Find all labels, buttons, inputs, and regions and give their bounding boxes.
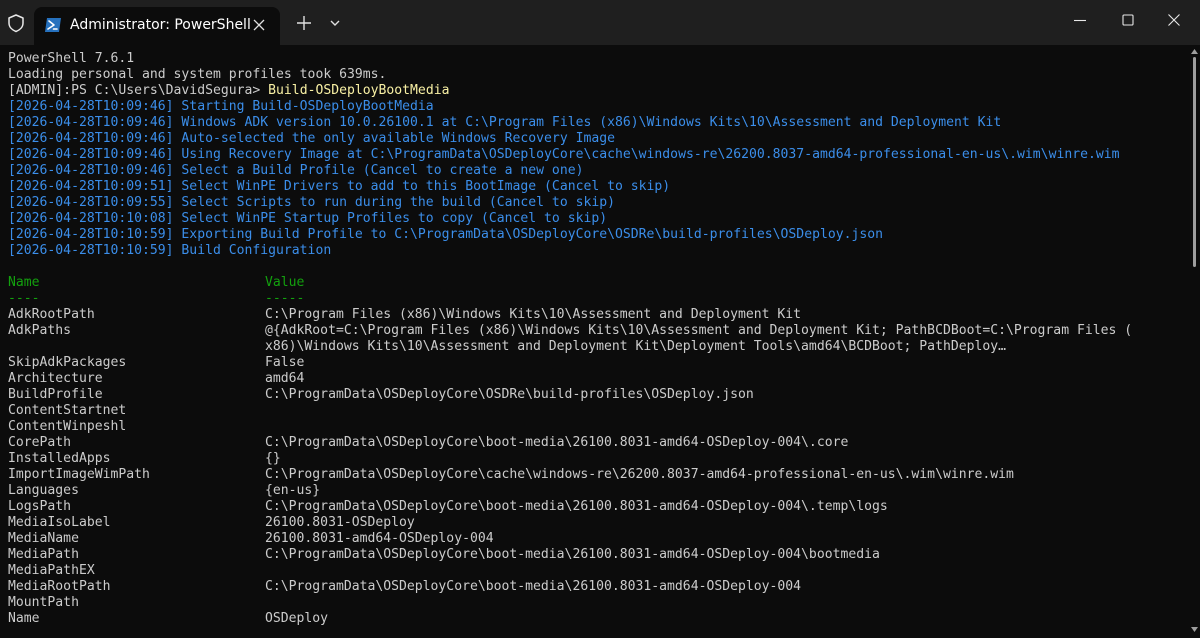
property-value: C:\Program Files (x86)\Windows Kits\10\A… bbox=[265, 307, 802, 322]
table-row: CorePath C:\ProgramData\OSDeployCore\boot… bbox=[8, 435, 848, 451]
log-line: [2026-04-28T10:09:46] Select a Build Pro… bbox=[8, 163, 584, 178]
table-row: ContentStartnet bbox=[8, 403, 126, 419]
table-row: AdkRootPath C:\Program Files (x86)\Window… bbox=[8, 307, 801, 323]
table-header: Name Value bbox=[8, 275, 304, 291]
table-row: LogsPath C:\ProgramData\OSDeployCore\boot… bbox=[8, 499, 888, 515]
property-name: InstalledApps bbox=[8, 451, 111, 466]
prompt-line: [ADMIN]:PS C:\Users\DavidSegura> Build-O… bbox=[8, 83, 449, 99]
property-value: amd64 bbox=[265, 371, 305, 386]
scroll-thumb[interactable] bbox=[1193, 57, 1196, 267]
table-row: MediaPathEX bbox=[8, 563, 95, 579]
property-value: False bbox=[265, 355, 305, 370]
table-row: InstalledApps {} bbox=[8, 451, 281, 467]
table-row: SkipAdkPackages False bbox=[8, 355, 304, 371]
log-line: [2026-04-28T10:10:59] Build Configuratio… bbox=[8, 243, 332, 258]
scrollbar[interactable] bbox=[1189, 45, 1200, 638]
property-name: BuildProfile bbox=[8, 387, 103, 402]
chevron-down-icon[interactable] bbox=[328, 17, 342, 29]
property-name: ImportImageWimPath bbox=[8, 467, 150, 482]
property-value: 26100.8031-OSDeploy bbox=[265, 515, 415, 530]
property-name: Name bbox=[8, 611, 40, 626]
log-line: [2026-04-28T10:09:46] Auto-selected the … bbox=[8, 131, 615, 146]
property-value: OSDeploy bbox=[265, 611, 329, 626]
property-name: CorePath bbox=[8, 435, 72, 450]
property-name: ContentWinpeshl bbox=[8, 419, 127, 434]
prompt: [ADMIN]:PS C:\Users\DavidSegura> bbox=[8, 83, 269, 98]
log-line: [2026-04-28T10:09:51] Select WinPE Drive… bbox=[8, 179, 671, 194]
powershell-icon bbox=[45, 18, 61, 32]
table-row: Languages {en-us} bbox=[8, 483, 320, 499]
log-line: [2026-04-28T10:10:59] Exporting Build Pr… bbox=[8, 227, 884, 242]
table-row: MediaName 26100.8031-amd64-OSDeploy-004 bbox=[8, 531, 494, 547]
property-value: C:\ProgramData\OSDeployCore\cache\window… bbox=[265, 467, 1014, 482]
scroll-up-icon[interactable] bbox=[1191, 49, 1198, 54]
table-row: MountPath bbox=[8, 595, 79, 611]
tab-powershell[interactable]: Administrator: PowerShell bbox=[34, 7, 280, 45]
property-name: MediaName bbox=[8, 531, 79, 546]
table-row: ContentWinpeshl bbox=[8, 419, 126, 435]
log-line: [2026-04-28T10:09:46] Starting Build-OSD… bbox=[8, 99, 434, 114]
table-row: BuildProfile C:\ProgramData\OSDeployCore\… bbox=[8, 387, 754, 403]
profile-load-line: Loading personal and system profiles too… bbox=[8, 67, 387, 82]
maximize-icon bbox=[1122, 14, 1134, 26]
property-name: Languages bbox=[8, 483, 79, 498]
property-value: C:\ProgramData\OSDeployCore\OSDRe\build-… bbox=[265, 387, 754, 402]
log-line: [2026-04-28T10:09:55] Select Scripts to … bbox=[8, 195, 615, 210]
terminal-window: Administrator: PowerShell PowerShell 7.6… bbox=[0, 0, 1200, 638]
name-header: Name bbox=[8, 275, 40, 290]
table-row: AdkPaths @{AdkRoot=C:\Program Files (x86)… bbox=[8, 323, 1132, 339]
command: Build-OSDeployBootMedia bbox=[268, 83, 450, 98]
property-name: ContentStartnet bbox=[8, 403, 127, 418]
property-name: AdkPaths bbox=[8, 323, 72, 338]
property-value: x86)\Windows Kits\10\Assessment and Depl… bbox=[265, 339, 1007, 354]
title-bar[interactable]: Administrator: PowerShell bbox=[0, 0, 1200, 45]
tab-title: Administrator: PowerShell bbox=[70, 17, 251, 33]
property-value: 26100.8031-amd64-OSDeploy-004 bbox=[265, 531, 494, 546]
version-line: PowerShell 7.6.1 bbox=[8, 51, 135, 66]
value-rule: ----- bbox=[265, 291, 305, 306]
property-value: {en-us} bbox=[265, 483, 321, 498]
property-value: C:\ProgramData\OSDeployCore\boot-media\2… bbox=[265, 499, 888, 514]
property-name: MediaPath bbox=[8, 547, 79, 562]
property-value: C:\ProgramData\OSDeployCore\boot-media\2… bbox=[265, 579, 802, 594]
minimize-icon bbox=[1074, 19, 1086, 22]
close-icon[interactable] bbox=[252, 18, 266, 32]
plus-icon[interactable] bbox=[296, 15, 312, 31]
log-line: [2026-04-28T10:09:46] Windows ADK versio… bbox=[8, 115, 1002, 130]
property-name: SkipAdkPackages bbox=[8, 355, 127, 370]
property-name: MediaRootPath bbox=[8, 579, 111, 594]
name-rule: ---- bbox=[8, 291, 40, 306]
property-name: MediaPathEX bbox=[8, 563, 95, 578]
value-header: Value bbox=[265, 275, 305, 290]
log-line: [2026-04-28T10:09:46] Using Recovery Ima… bbox=[8, 147, 1120, 162]
property-name: MountPath bbox=[8, 595, 79, 610]
terminal-output[interactable]: PowerShell 7.6.1 Loading personal and sy… bbox=[0, 45, 1188, 638]
property-value: C:\ProgramData\OSDeployCore\boot-media\2… bbox=[265, 435, 849, 450]
property-name: AdkRootPath bbox=[8, 307, 95, 322]
property-name: LogsPath bbox=[8, 499, 72, 514]
shield-icon bbox=[8, 14, 24, 33]
close-icon bbox=[1168, 14, 1180, 26]
table-row: Name OSDeploy bbox=[8, 611, 328, 627]
table-row: MediaPath C:\ProgramData\OSDeployCore\boo… bbox=[8, 547, 880, 563]
table-rule: ---- ----- bbox=[8, 291, 304, 307]
property-value: C:\ProgramData\OSDeployCore\boot-media\2… bbox=[265, 547, 880, 562]
log-line: [2026-04-28T10:10:08] Select WinPE Start… bbox=[8, 211, 608, 226]
table-row: Architecture amd64 bbox=[8, 371, 304, 387]
property-value: {} bbox=[265, 451, 281, 466]
property-name: Architecture bbox=[8, 371, 103, 386]
close-window-button[interactable] bbox=[1146, 0, 1200, 40]
table-row: MediaIsoLabel 26100.8031-OSDeploy bbox=[8, 515, 415, 531]
table-row: MediaRootPath C:\ProgramData\OSDeployCore… bbox=[8, 579, 801, 595]
property-value: @{AdkRoot=C:\Program Files (x86)\Windows… bbox=[265, 323, 1133, 338]
property-name: MediaIsoLabel bbox=[8, 515, 111, 530]
scroll-down-icon[interactable] bbox=[1191, 627, 1198, 632]
table-row: ImportImageWimPath C:\ProgramData\OSDeplo… bbox=[8, 467, 1014, 483]
